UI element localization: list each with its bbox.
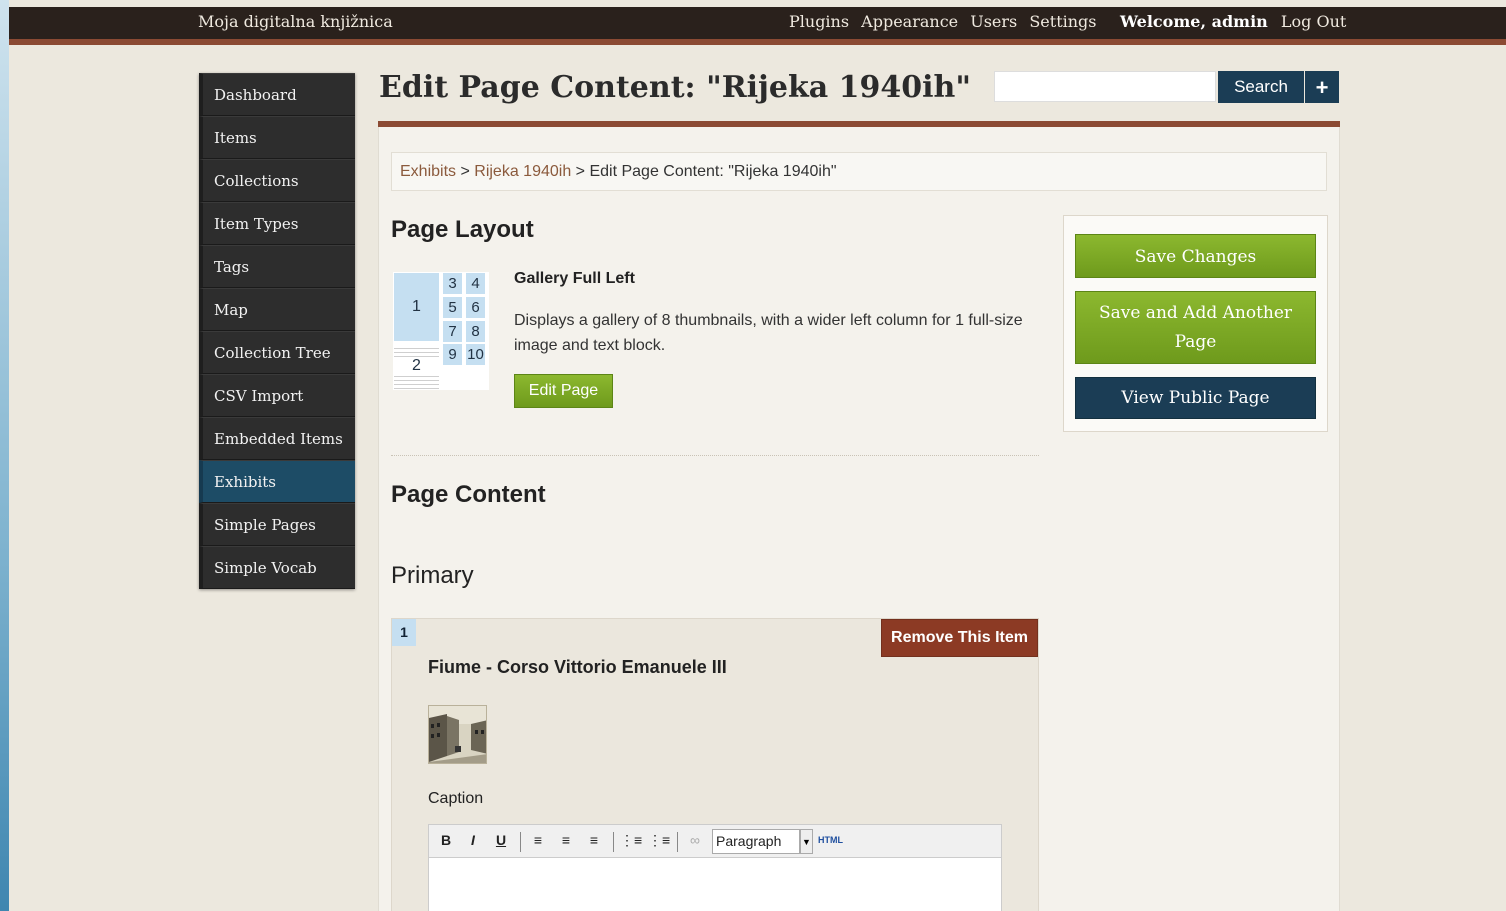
underline-button[interactable]: U — [491, 832, 511, 848]
section-divider — [391, 455, 1039, 456]
desktop-edge — [0, 0, 9, 911]
toolbar-divider — [520, 832, 521, 852]
sidebar-item-embedded-items[interactable]: Embedded Items — [199, 417, 355, 460]
breadcrumb-exhibits[interactable]: Exhibits — [400, 163, 456, 180]
align-right-icon[interactable]: ≡ — [584, 832, 604, 848]
breadcrumb-exhibit[interactable]: Rijeka 1940ih — [474, 163, 571, 180]
search-button[interactable]: Search — [1218, 71, 1304, 103]
bold-button[interactable]: B — [436, 832, 456, 848]
item-title: Fiume - Corso Vittorio Emanuele III — [428, 657, 727, 677]
sidebar-item-map[interactable]: Map — [199, 288, 355, 331]
nav-appearance[interactable]: Appearance — [861, 12, 958, 31]
breadcrumb-separator: > — [571, 163, 590, 180]
remove-item-button[interactable]: Remove This Item — [881, 619, 1038, 657]
html-button[interactable]: HTML — [818, 835, 843, 845]
breadcrumb-separator: > — [456, 163, 475, 180]
sidebar: Dashboard Items Collections Item Types T… — [199, 73, 355, 589]
save-add-label-line1: Save and Add Another — [1098, 303, 1293, 323]
align-center-icon[interactable]: ≡ — [556, 832, 576, 848]
site-title[interactable]: Moja digitalna knjižnica — [198, 12, 393, 31]
editor-toolbar: B I U ≡ ≡ ≡ ⋮≡ ⋮≡ ∞ Paragraph ▼ HTML — [428, 824, 1002, 858]
layout-cell: 7 — [443, 321, 462, 342]
layout-cell: 6 — [466, 297, 485, 318]
primary-section-label: Primary — [391, 562, 474, 589]
sidebar-item-collection-tree[interactable]: Collection Tree — [199, 331, 355, 374]
save-add-label-line2: Page — [1174, 332, 1217, 352]
toolbar-divider — [677, 832, 678, 852]
top-bar: Moja digitalna knjižnica Plugins Appeara… — [9, 7, 1506, 45]
italic-button[interactable]: I — [463, 832, 483, 848]
sidebar-item-tags[interactable]: Tags — [199, 245, 355, 288]
advanced-search-button[interactable]: + — [1305, 71, 1339, 103]
layout-name: Gallery Full Left — [514, 270, 635, 287]
toolbar-divider — [613, 832, 614, 852]
sidebar-item-item-types[interactable]: Item Types — [199, 202, 355, 245]
layout-thumbnail: 1 3 4 5 6 7 8 9 10 2 — [393, 272, 489, 390]
numbered-list-icon[interactable]: ⋮≡ — [648, 832, 670, 849]
page-layout-heading: Page Layout — [391, 216, 534, 243]
item-number-badge: 1 — [392, 619, 416, 646]
logout-link[interactable]: Log Out — [1281, 12, 1346, 31]
layout-cell: 2 — [394, 357, 439, 375]
sidebar-item-dashboard[interactable]: Dashboard — [199, 73, 355, 116]
search-input[interactable] — [994, 71, 1216, 102]
chevron-down-icon[interactable]: ▼ — [800, 829, 813, 854]
save-and-add-page-button[interactable]: Save and Add Another Page — [1075, 291, 1316, 364]
view-public-page-button[interactable]: View Public Page — [1075, 377, 1316, 419]
nav-plugins[interactable]: Plugins — [789, 12, 849, 31]
page-content-heading: Page Content — [391, 481, 546, 508]
caption-label: Caption — [428, 790, 484, 807]
save-changes-button[interactable]: Save Changes — [1075, 234, 1316, 278]
layout-cell: 9 — [443, 344, 462, 365]
layout-description: Displays a gallery of 8 thumbnails, with… — [514, 312, 1023, 354]
nav-users[interactable]: Users — [970, 12, 1017, 31]
breadcrumb: Exhibits > Rijeka 1940ih > Edit Page Con… — [391, 152, 1327, 191]
sidebar-item-simple-vocab[interactable]: Simple Vocab — [199, 546, 355, 589]
page-title: Edit Page Content: "Rijeka 1940ih" — [379, 70, 971, 105]
sidebar-item-simple-pages[interactable]: Simple Pages — [199, 503, 355, 546]
sidebar-item-csv-import[interactable]: CSV Import — [199, 374, 355, 417]
top-nav: Plugins Appearance Users Settings — [789, 12, 1104, 31]
bullet-list-icon[interactable]: ⋮≡ — [620, 832, 642, 849]
breadcrumb-current: Edit Page Content: "Rijeka 1940ih" — [589, 163, 837, 180]
sidebar-item-items[interactable]: Items — [199, 116, 355, 159]
layout-cell: 8 — [466, 321, 485, 342]
caption-editor[interactable] — [428, 858, 1002, 911]
user-menu: Welcome, admin Log Out — [1120, 12, 1346, 31]
layout-cell: 3 — [443, 273, 462, 294]
edit-page-button[interactable]: Edit Page — [514, 374, 613, 408]
link-icon[interactable]: ∞ — [685, 832, 705, 848]
layout-text-block: 2 — [394, 345, 439, 389]
sidebar-item-collections[interactable]: Collections — [199, 159, 355, 202]
nav-settings[interactable]: Settings — [1029, 12, 1096, 31]
layout-cell: 5 — [443, 297, 462, 318]
sidebar-item-exhibits[interactable]: Exhibits — [199, 460, 355, 503]
layout-cell: 10 — [466, 344, 485, 365]
align-left-icon[interactable]: ≡ — [528, 832, 548, 848]
item-thumbnail-image[interactable] — [428, 705, 487, 764]
format-select[interactable]: Paragraph — [712, 829, 800, 854]
layout-cell: 4 — [466, 273, 485, 294]
layout-cell-main: 1 — [394, 273, 439, 341]
welcome-link[interactable]: Welcome, admin — [1120, 12, 1268, 31]
